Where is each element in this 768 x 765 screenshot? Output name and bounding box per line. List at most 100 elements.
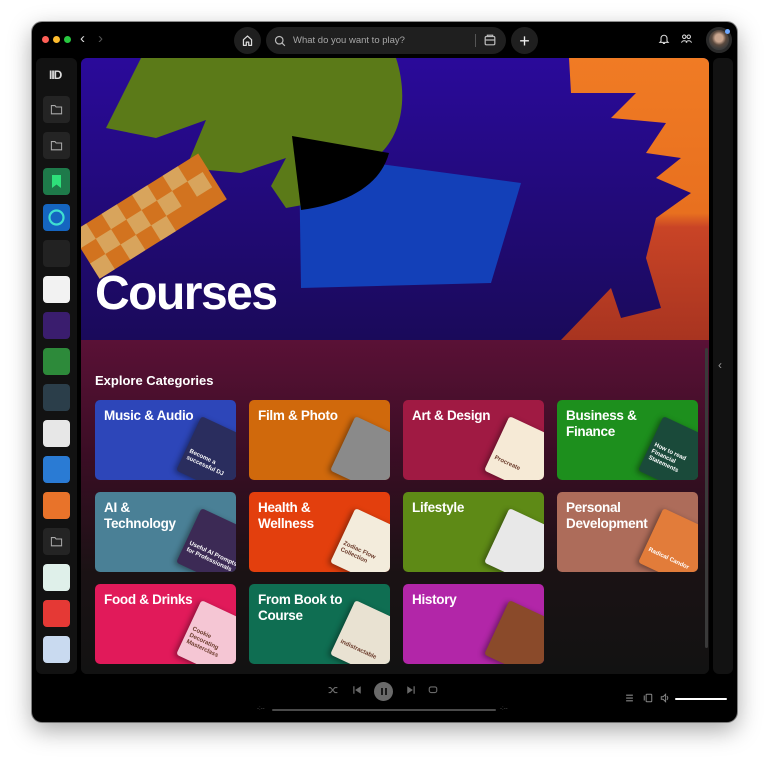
search-divider — [475, 34, 476, 47]
pause-icon — [380, 688, 383, 695]
category-card[interactable]: Personal Development Radical Candor — [557, 492, 698, 572]
category-label: Film & Photo — [258, 408, 338, 423]
queue-icon[interactable] — [625, 693, 634, 703]
forward-button[interactable]: › — [98, 31, 103, 47]
player-bar: -:-- -:-- — [32, 674, 737, 722]
sidebar-playlist-cover[interactable] — [43, 564, 70, 591]
connect-device-icon[interactable] — [643, 693, 653, 703]
cover-art-title: indistractable — [339, 638, 378, 661]
category-label: AI & Technology — [104, 500, 176, 531]
maximize-window-button[interactable] — [64, 36, 71, 43]
category-card[interactable]: From Book to Course indistractable — [249, 584, 390, 664]
chevron-left-icon[interactable]: ‹ — [718, 358, 722, 372]
your-library-icon[interactable]: IID — [49, 68, 62, 82]
plus-icon: + — [519, 30, 530, 51]
sidebar-playlist-cover[interactable] — [43, 348, 70, 375]
sidebar-folder[interactable] — [43, 96, 70, 123]
category-label: From Book to Course — [258, 592, 343, 623]
sidebar-playlist-cover[interactable] — [43, 636, 70, 663]
sidebar-playlist-cover[interactable] — [43, 492, 70, 519]
category-label: Health & Wellness — [258, 500, 314, 531]
repeat-icon[interactable] — [428, 685, 438, 695]
category-cover-art: Become a successful DJ — [176, 416, 236, 480]
folder-icon — [50, 537, 63, 547]
next-icon[interactable] — [406, 685, 416, 695]
category-label: Music & Audio — [104, 408, 194, 423]
minimize-window-button[interactable] — [53, 36, 60, 43]
sidebar-playlist-cover[interactable] — [43, 240, 70, 267]
sidebar-playlist-cover[interactable] — [43, 312, 70, 339]
section-title: Explore Categories — [95, 373, 214, 388]
elapsed-time: -:-- — [257, 706, 265, 712]
cover-art-title: Useful AI Prompts for Professionals — [185, 540, 236, 572]
sidebar-playlist-cover[interactable] — [43, 384, 70, 411]
home-button[interactable] — [234, 27, 261, 54]
category-card[interactable]: Food & Drinks Cookie Decorating Mastercla… — [95, 584, 236, 664]
sidebar-playlist-cover[interactable] — [43, 204, 70, 231]
duration-time: -:-- — [500, 706, 508, 712]
volume-icon[interactable] — [660, 693, 670, 703]
friends-activity-icon[interactable] — [680, 33, 693, 45]
window-controls — [42, 36, 71, 43]
sidebar-library: IID — [36, 58, 77, 674]
folder-icon — [50, 141, 63, 151]
home-icon — [242, 35, 253, 46]
category-card[interactable]: Art & Design Procreate — [403, 400, 544, 480]
category-label: Business & Finance — [566, 408, 637, 439]
category-cover-art: Cookie Decorating Masterclass — [176, 600, 236, 664]
category-card[interactable]: Lifestyle — [403, 492, 544, 572]
shuffle-icon[interactable] — [328, 685, 338, 695]
sidebar-folder[interactable] — [43, 132, 70, 159]
cover-art-title: How to read Financial Statements — [647, 442, 687, 475]
search-bar[interactable]: What do you want to play? — [266, 27, 506, 54]
previous-icon[interactable] — [352, 685, 362, 695]
search-input[interactable]: What do you want to play? — [293, 35, 405, 46]
create-button[interactable]: + — [511, 27, 538, 54]
sidebar-playlist-cover[interactable] — [43, 276, 70, 303]
volume-slider[interactable] — [675, 698, 727, 700]
category-card[interactable]: Business & Finance How to read Financial … — [557, 400, 698, 480]
cover-art-title: Become a successful DJ — [185, 448, 225, 478]
bookmark-icon — [52, 175, 61, 188]
category-label: Lifestyle — [412, 500, 465, 515]
explore-section: Explore Categories Music & Audio Become a… — [81, 340, 709, 674]
back-button[interactable]: ‹ — [80, 31, 85, 47]
app-window: ‹ › What do you want to play? + IID Cour… — [32, 22, 737, 722]
sidebar-folder[interactable] — [43, 528, 70, 555]
bell-icon[interactable] — [658, 33, 670, 45]
podcast-cover-art — [48, 209, 65, 226]
folder-icon — [50, 105, 63, 115]
category-label: Art & Design — [412, 408, 491, 423]
category-cover-art: Procreate — [484, 416, 544, 480]
category-label: Food & Drinks — [104, 592, 193, 607]
sidebar-playlist-cover[interactable] — [43, 600, 70, 627]
avatar[interactable] — [706, 27, 732, 53]
cover-art-title: Zodiac Flow Collection — [339, 540, 377, 565]
category-label: Personal Development — [566, 500, 648, 531]
category-card[interactable]: AI & Technology Useful AI Prompts for Pro… — [95, 492, 236, 572]
page-title: Courses — [95, 267, 278, 320]
cover-art-title: Cookie Decorating Masterclass — [185, 626, 220, 659]
sidebar-playlist-cover[interactable] — [43, 456, 70, 483]
sidebar-playlist-cover[interactable] — [43, 168, 70, 195]
category-card[interactable]: Health & Wellness Zodiac Flow Collection — [249, 492, 390, 572]
notification-dot — [725, 29, 730, 34]
category-cover-art — [484, 600, 544, 664]
cover-art-title: Radical Candor — [647, 546, 690, 572]
progress-bar[interactable] — [272, 709, 496, 711]
browse-icon[interactable] — [483, 33, 497, 47]
pause-button[interactable] — [374, 682, 393, 701]
cover-art-title: Procreate — [493, 454, 521, 473]
sidebar-playlist-cover[interactable] — [43, 420, 70, 447]
close-window-button[interactable] — [42, 36, 49, 43]
main-content: Courses Explore Categories Music & Audio… — [81, 58, 709, 674]
category-card[interactable]: Film & Photo — [249, 400, 390, 480]
category-label: History — [412, 592, 457, 607]
category-card[interactable]: History — [403, 584, 544, 664]
hero-banner: Courses — [81, 58, 709, 340]
top-bar: ‹ › What do you want to play? + — [32, 22, 737, 58]
right-panel-collapsed: ‹ — [713, 58, 733, 674]
search-icon — [274, 35, 286, 46]
category-card[interactable]: Music & Audio Become a successful DJ — [95, 400, 236, 480]
main-scrollbar[interactable] — [705, 348, 708, 648]
